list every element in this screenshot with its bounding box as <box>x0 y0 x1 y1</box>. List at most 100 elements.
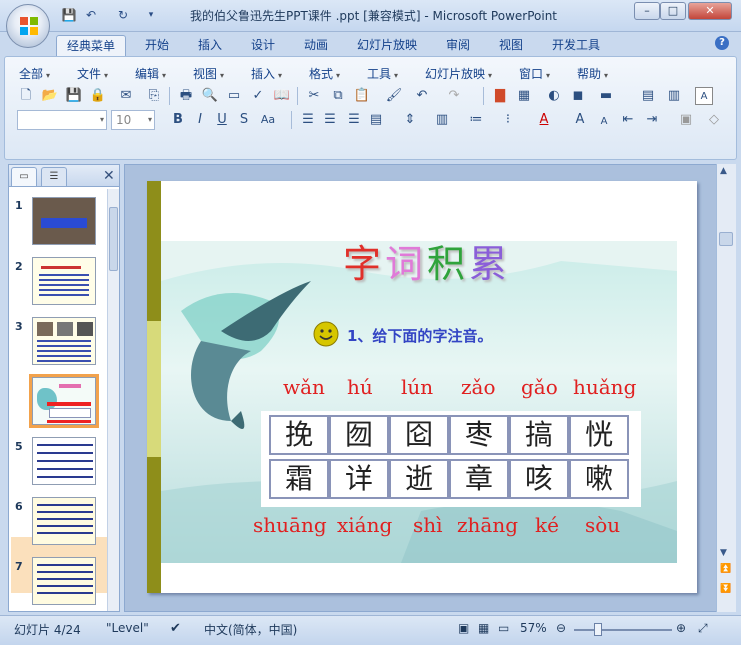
slide-thumbnail-2[interactable] <box>32 257 96 305</box>
help-icon[interactable]: ? <box>715 36 729 50</box>
research-icon[interactable]: 📖 <box>273 87 291 105</box>
table-icon[interactable]: ▦ <box>515 87 533 105</box>
format-painter-icon[interactable]: 🖌 <box>385 87 403 105</box>
zoom-in-icon[interactable]: ⊕ <box>676 621 686 635</box>
tab-classic-menu[interactable]: 经典菜单 <box>56 35 127 56</box>
permission-icon[interactable]: 🔒 <box>89 87 107 105</box>
slide-sorter-icon[interactable]: ▦ <box>478 621 489 635</box>
shadow-icon[interactable]: S <box>235 111 253 129</box>
change-case-icon[interactable]: Aa <box>259 111 277 129</box>
shrink-font-icon[interactable]: A <box>595 113 613 131</box>
chart-icon[interactable]: ▇ <box>491 87 509 105</box>
grayscale-icon[interactable]: ◐ <box>545 87 563 105</box>
maximize-button[interactable]: □ <box>660 2 686 20</box>
font-size-combo[interactable]: 10 ▾ <box>111 110 155 130</box>
close-pane-icon[interactable]: ✕ <box>103 168 115 184</box>
tab-slides[interactable]: ▭ <box>11 167 37 186</box>
slideshow-view-icon[interactable]: ▭ <box>498 621 509 635</box>
scroll-down-icon[interactable]: ▼ <box>720 548 727 558</box>
cut-icon[interactable]: ✂ <box>305 87 323 105</box>
undo-icon[interactable]: ↶ <box>413 87 431 105</box>
save-icon[interactable]: 💾 <box>65 87 83 105</box>
spelling-check-icon[interactable]: ✔ <box>170 621 181 636</box>
slides-pane-scrollbar[interactable] <box>107 189 119 611</box>
tab-insert[interactable]: 插入 <box>188 35 232 56</box>
menu-tools[interactable]: 工具 ▾ <box>367 65 398 81</box>
scroll-up-icon[interactable]: ▲ <box>720 166 727 176</box>
columns-icon[interactable]: ▥ <box>433 111 451 129</box>
color-icon[interactable]: ◼ <box>569 87 587 105</box>
print-icon[interactable]: 🖶 <box>177 87 195 105</box>
copy-icon[interactable]: ⧉ <box>329 87 347 105</box>
font-color-icon[interactable]: A <box>535 111 553 129</box>
zoom-slider-thumb[interactable] <box>594 623 602 636</box>
tab-animation[interactable]: 动画 <box>294 35 338 56</box>
zoom-out-icon[interactable]: ⊖ <box>556 621 566 635</box>
redo-icon[interactable]: ↻ <box>114 7 132 23</box>
new-slide-icon[interactable]: ▤ <box>639 87 657 105</box>
menu-file[interactable]: 文件 ▾ <box>77 65 108 81</box>
justify-icon[interactable]: ▤ <box>367 111 385 129</box>
save-icon[interactable]: 💾 <box>60 7 78 23</box>
tab-review[interactable]: 审阅 <box>436 35 480 56</box>
shapes-icon[interactable]: ◇ <box>705 111 723 129</box>
email-icon[interactable]: ✉ <box>117 87 135 105</box>
zoom-level[interactable]: 57% <box>520 621 547 635</box>
slide-thumbnail-3[interactable] <box>32 317 96 365</box>
previous-slide-icon[interactable]: ⏫ <box>720 564 731 574</box>
bold-icon[interactable]: B <box>169 111 187 129</box>
bullets-icon[interactable]: ⁝ <box>499 111 517 129</box>
office-button[interactable] <box>6 4 50 48</box>
new-icon[interactable]: 🗋 <box>17 87 35 105</box>
slide-thumbnail-6[interactable] <box>32 497 96 545</box>
italic-icon[interactable]: I <box>191 111 209 129</box>
tab-design[interactable]: 设计 <box>241 35 285 56</box>
scroll-thumb[interactable] <box>719 232 733 246</box>
menu-slideshow[interactable]: 幻灯片放映 ▾ <box>425 65 492 81</box>
slide-canvas[interactable]: 字词积累 1、给下面的字注音。 wǎn hú lún zǎo gǎo huǎng… <box>147 181 697 593</box>
menu-edit[interactable]: 编辑 ▾ <box>135 65 166 81</box>
publish-icon[interactable]: ⎘ <box>145 87 163 105</box>
main-vertical-scrollbar[interactable]: ▲ ▼ ⏫ ⏬ <box>716 164 736 612</box>
tab-slideshow[interactable]: 幻灯片放映 <box>347 35 427 56</box>
close-button[interactable]: ✕ <box>688 2 732 20</box>
tab-home[interactable]: 开始 <box>135 35 179 56</box>
menu-all[interactable]: 全部 ▾ <box>19 65 50 81</box>
open-icon[interactable]: 📂 <box>41 87 59 105</box>
fit-to-window-icon[interactable]: ⤢ <box>698 621 708 636</box>
print-preview-icon[interactable]: 🔍 <box>201 87 219 105</box>
print-layout-icon[interactable]: ▭ <box>225 87 243 105</box>
paste-icon[interactable]: 📋 <box>353 87 371 105</box>
text-direction-icon[interactable]: ⇕ <box>401 111 419 129</box>
normal-view-icon[interactable]: ▣ <box>458 621 469 635</box>
next-slide-icon[interactable]: ⏬ <box>720 584 731 594</box>
grow-font-icon[interactable]: A <box>571 111 589 129</box>
tab-outline[interactable]: ☰ <box>41 167 67 186</box>
undo-icon[interactable]: ↶ <box>82 7 100 23</box>
fill-color-icon[interactable]: ▬ <box>597 87 615 105</box>
redo-icon[interactable]: ↷ <box>445 87 463 105</box>
slide-thumbnail-7[interactable] <box>32 557 96 605</box>
increase-indent-icon[interactable]: ⇥ <box>643 111 661 129</box>
font-name-combo[interactable]: ▾ <box>17 110 107 130</box>
spelling-icon[interactable]: ✓ <box>249 87 267 105</box>
decrease-indent-icon[interactable]: ⇤ <box>619 111 637 129</box>
menu-help[interactable]: 帮助 ▾ <box>577 65 608 81</box>
slide-thumbnail-5[interactable] <box>32 437 96 485</box>
align-right-icon[interactable]: ☰ <box>345 111 363 129</box>
zoom-slider-track[interactable] <box>574 629 672 631</box>
minimize-button[interactable]: – <box>634 2 660 20</box>
numbering-icon[interactable]: ≔ <box>467 111 485 129</box>
text-box-icon[interactable]: A <box>695 87 713 105</box>
underline-icon[interactable]: U <box>213 111 231 129</box>
tab-view[interactable]: 视图 <box>489 35 533 56</box>
language-indicator[interactable]: 中文(简体，中国) <box>204 621 297 638</box>
align-center-icon[interactable]: ☰ <box>321 111 339 129</box>
customize-quick-access-icon[interactable]: ▾ <box>142 7 160 23</box>
align-left-icon[interactable]: ☰ <box>299 111 317 129</box>
slide-thumbnail-4[interactable] <box>29 374 99 428</box>
slide-thumbnail-1[interactable] <box>32 197 96 245</box>
menu-format[interactable]: 格式 ▾ <box>309 65 340 81</box>
menu-window[interactable]: 窗口 ▾ <box>519 65 550 81</box>
menu-view[interactable]: 视图 ▾ <box>193 65 224 81</box>
